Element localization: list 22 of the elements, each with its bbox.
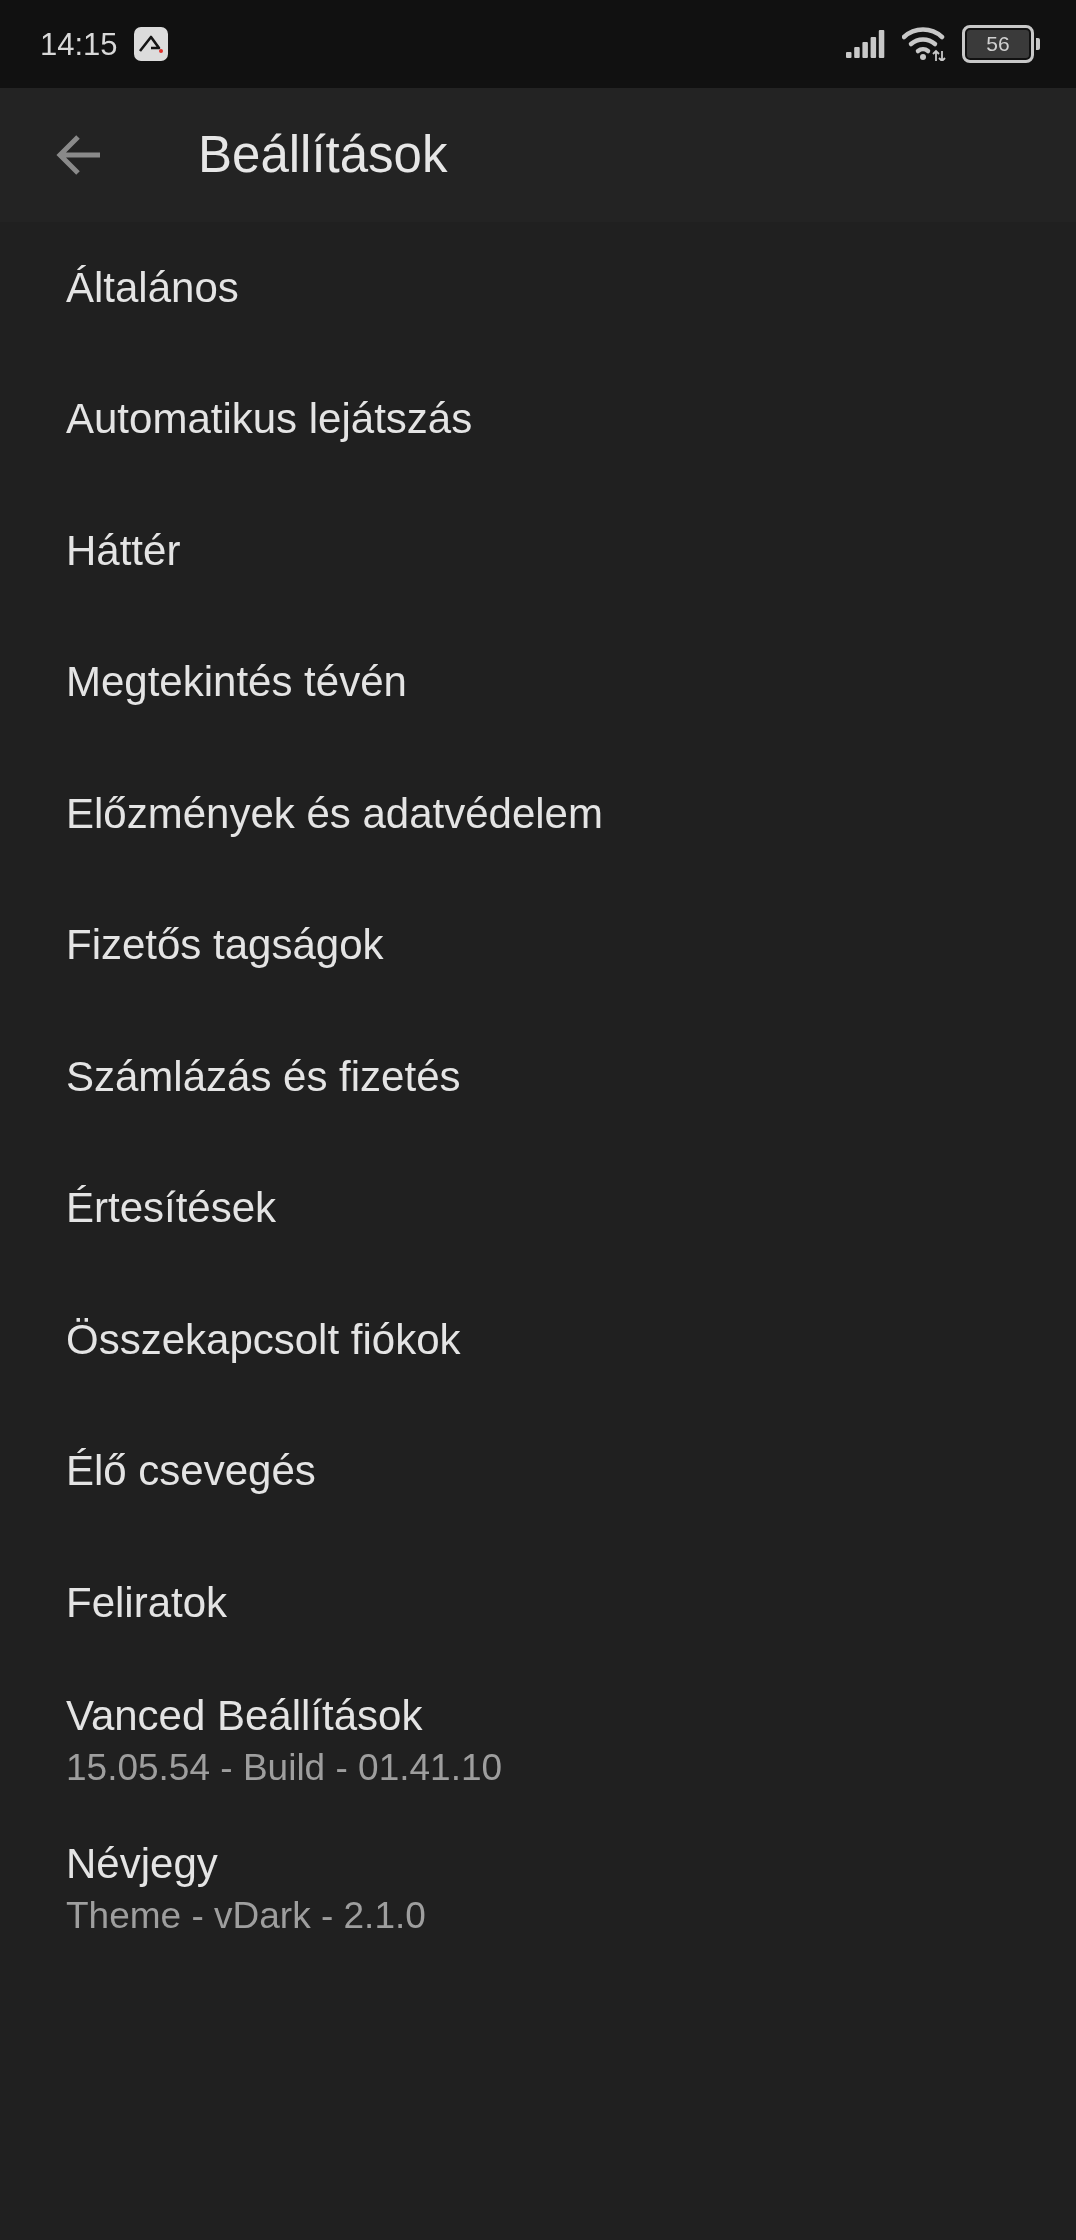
settings-item[interactable]: Számlázás és fizetés <box>66 1046 461 1107</box>
battery-indicator: 56 <box>962 25 1040 63</box>
settings-item[interactable]: Élő csevegés <box>66 1441 316 1502</box>
settings-item[interactable]: Értesítések <box>66 1178 277 1239</box>
settings-item-subtitle: Theme - vDark - 2.1.0 <box>66 1893 426 1938</box>
page-title: Beállítások <box>198 125 448 186</box>
settings-item[interactable]: Előzmények és adatvédelem <box>66 783 603 844</box>
settings-item[interactable]: Feliratok <box>66 1572 228 1633</box>
status-time: 14:15 <box>40 28 118 60</box>
settings-item[interactable]: Összekapcsolt fiókok <box>66 1309 461 1370</box>
settings-item[interactable]: Vanced Beállítások 15.05.54 - Build - 01.41.10 <box>66 1690 503 1795</box>
settings-item[interactable]: Általános <box>66 257 239 318</box>
settings-item-subtitle: 15.05.54 - Build - 01.41.10 <box>66 1745 503 1790</box>
settings-item[interactable]: Fizetős tagságok <box>66 915 384 976</box>
settings-item[interactable]: Névjegy Theme - vDark - 2.1.0 <box>66 1838 426 1943</box>
settings-item[interactable]: Automatikus lejátszás <box>66 389 473 450</box>
settings-item[interactable]: Háttér <box>66 520 181 581</box>
notification-app-icon <box>133 27 168 61</box>
signal-icon <box>846 30 886 58</box>
back-arrow-icon <box>55 133 101 177</box>
settings-item[interactable]: Megtekintés tévén <box>66 652 407 713</box>
wifi-icon <box>902 27 946 61</box>
